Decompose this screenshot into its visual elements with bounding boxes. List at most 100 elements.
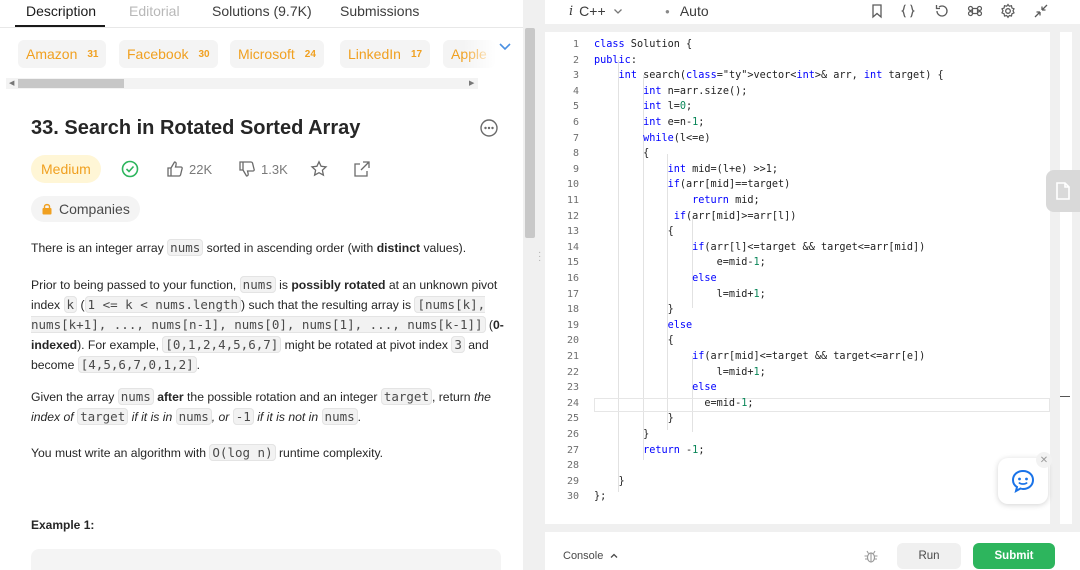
code-line: } xyxy=(594,304,674,316)
code-line: l=mid+1; xyxy=(594,366,766,378)
problem-title: 33. Search in Rotated Sorted Array xyxy=(31,117,361,139)
code-line: if(arr[mid]<=target && target<=arr[e]) xyxy=(692,351,926,362)
favorite-button[interactable] xyxy=(310,160,328,178)
tab-editorial[interactable]: Editorial xyxy=(129,3,180,19)
command-key-icon[interactable] xyxy=(967,3,983,19)
line-number: 13 xyxy=(566,226,579,238)
submit-button[interactable]: Submit xyxy=(973,543,1055,569)
line-number: 18 xyxy=(566,304,579,316)
problem-description-pane: Description Editorial Solutions (9.7K) S… xyxy=(0,0,523,570)
bookmark-icon[interactable] xyxy=(869,3,885,19)
code-line: if(arr[mid]==target) xyxy=(667,179,791,191)
console-toggle-button[interactable]: Console xyxy=(563,550,619,562)
braces-icon[interactable] xyxy=(900,3,916,19)
settings-gear-icon[interactable] xyxy=(1000,3,1016,19)
line-number: 23 xyxy=(566,382,579,394)
lock-icon xyxy=(42,203,52,215)
description-paragraph-3: Given the array nums after the possible … xyxy=(31,388,491,425)
thumbs-up-icon xyxy=(167,161,183,177)
line-number: 25 xyxy=(566,413,579,425)
company-tag-amazon[interactable]: Amazon 31 xyxy=(18,40,107,68)
dot-icon: ● xyxy=(665,6,670,16)
problem-tabs: Description Editorial Solutions (9.7K) S… xyxy=(0,0,523,24)
editor-footer: Console Run Submit xyxy=(545,532,1080,570)
example-heading: Example 1: xyxy=(31,518,95,532)
company-count: 30 xyxy=(198,48,210,60)
company-name: Amazon xyxy=(26,46,78,62)
star-icon xyxy=(310,160,328,177)
check-circle-icon xyxy=(121,160,139,178)
horizontal-scrollbar[interactable]: ◀ ▶ xyxy=(6,78,478,89)
code-line: else xyxy=(692,273,717,284)
line-number: 5 xyxy=(572,101,579,113)
code-line: int search(class="ty">vector<int>& arr, … xyxy=(618,70,944,82)
document-icon xyxy=(1056,182,1070,200)
line-number: 6 xyxy=(572,117,579,128)
collapse-icon[interactable] xyxy=(1033,3,1049,19)
code-editor[interactable]: 1 class Solution {2 public: 3 int search(cl… xyxy=(545,32,1050,524)
language-selector[interactable]: i C++ xyxy=(569,3,624,19)
code-line: if(arr[mid]>=arr[l]) xyxy=(673,210,797,222)
code-line: class Solution { xyxy=(594,39,693,50)
scroll-right-arrow-icon[interactable]: ▶ xyxy=(469,79,474,88)
line-number: 27 xyxy=(566,444,579,456)
dislike-button[interactable]: 1.3K xyxy=(238,160,288,178)
language-label: C++ xyxy=(579,3,606,19)
line-number: 14 xyxy=(566,241,579,253)
line-number: 8 xyxy=(572,148,579,160)
code-line: e=mid-1; xyxy=(594,257,766,269)
tab-solutions[interactable]: Solutions (9.7K) xyxy=(212,3,312,19)
company-tag-linkedin[interactable]: LinkedIn 17 xyxy=(340,40,431,68)
line-number: 22 xyxy=(566,366,579,378)
company-name: Microsoft xyxy=(238,46,295,62)
cursor-position-marker xyxy=(1060,396,1070,397)
description-paragraph-1: There is an integer array nums sorted in… xyxy=(31,239,467,256)
info-icon: i xyxy=(569,3,574,19)
line-number: 1 xyxy=(572,39,579,50)
run-button[interactable]: Run xyxy=(897,543,961,569)
horizontal-scroll-thumb[interactable] xyxy=(18,79,124,88)
example-box xyxy=(31,549,501,570)
code-line: int l=0; xyxy=(643,101,693,113)
close-icon[interactable]: ✕ xyxy=(1036,452,1052,468)
editor-scrollbar[interactable] xyxy=(1060,32,1072,524)
leetcode-workspace: Description Editorial Solutions (9.7K) S… xyxy=(0,0,1080,570)
code-line: e=mid-1; xyxy=(594,397,754,409)
line-number: 29 xyxy=(566,475,579,487)
code-line: { xyxy=(594,226,674,238)
line-number: 4 xyxy=(572,85,579,97)
line-number: 3 xyxy=(572,70,579,82)
thumbs-down-icon xyxy=(239,161,255,177)
line-number: 9 xyxy=(572,163,579,175)
side-notes-button[interactable] xyxy=(1046,170,1080,212)
tab-submissions[interactable]: Submissions xyxy=(340,3,419,19)
company-count: 24 xyxy=(304,48,316,60)
like-button[interactable]: 22K xyxy=(166,160,212,178)
companies-button[interactable]: Companies xyxy=(31,196,140,222)
line-number: 30 xyxy=(566,491,579,503)
chevron-down-icon[interactable] xyxy=(497,38,513,54)
line-number: 7 xyxy=(572,132,579,144)
code-line: return -1; xyxy=(643,444,705,456)
auto-mode-indicator[interactable]: ● Auto xyxy=(665,3,709,19)
line-number: 19 xyxy=(566,319,579,331)
line-number: 11 xyxy=(566,195,579,206)
description-paragraph-2: Prior to being passed to your function, … xyxy=(31,276,504,373)
company-tag-microsoft[interactable]: Microsoft 24 xyxy=(230,40,324,68)
tab-description[interactable]: Description xyxy=(26,3,96,19)
scroll-left-arrow-icon[interactable]: ◀ xyxy=(9,79,14,88)
like-count: 22K xyxy=(189,161,213,177)
description-scroll-thumb[interactable] xyxy=(525,28,535,238)
pane-resize-handle[interactable]: · · · xyxy=(538,248,542,267)
line-number: 28 xyxy=(566,460,579,472)
code-line: { xyxy=(594,335,674,347)
code-line: public: xyxy=(594,54,637,66)
more-options-icon[interactable] xyxy=(479,118,499,138)
company-tag-facebook[interactable]: Facebook 30 xyxy=(119,40,218,68)
reset-icon[interactable] xyxy=(934,3,950,19)
share-button[interactable] xyxy=(353,160,371,178)
editor-toolbar: i C++ ● Auto xyxy=(545,0,1080,24)
debug-bug-icon[interactable] xyxy=(863,548,879,564)
code-line: } xyxy=(594,475,625,487)
company-name: Facebook xyxy=(127,46,189,62)
